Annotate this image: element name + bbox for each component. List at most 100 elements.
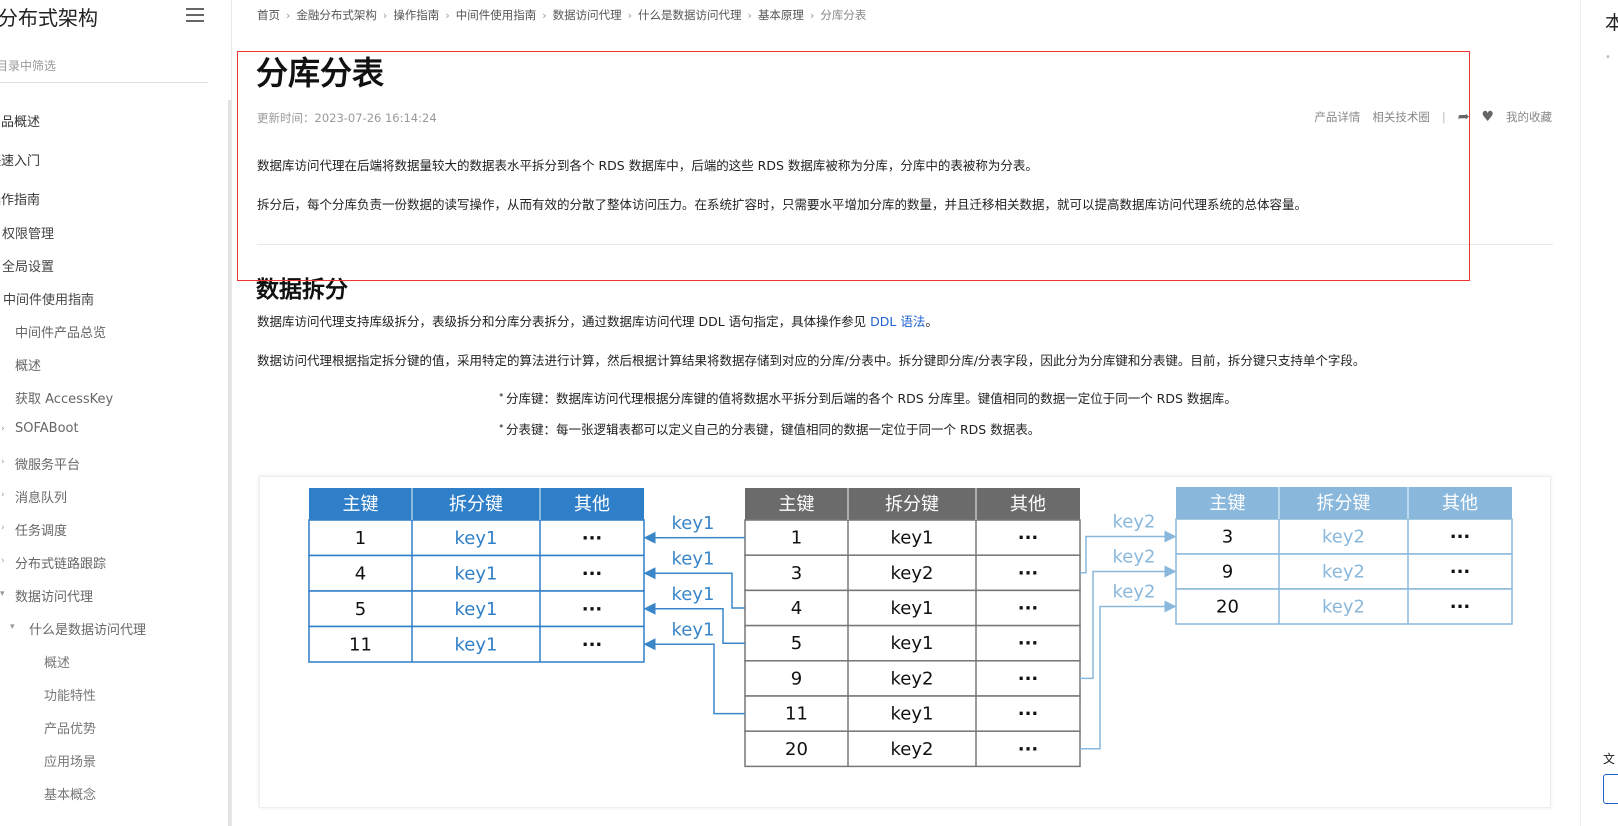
sidebar-item-middleware-guide[interactable]: 中间件使用指南 — [3, 289, 94, 308]
ddl-syntax-link[interactable]: DDL 语法 — [870, 314, 925, 329]
breadcrumb-item[interactable]: 中间件使用指南 — [456, 7, 537, 23]
sidebar-item-sofaboot[interactable]: SOFABoot — [15, 421, 79, 436]
chevron-right-icon: › — [1, 424, 5, 434]
sidebar-item-operation-guide[interactable]: 操作指南 — [0, 189, 40, 208]
sidebar-item-scenarios[interactable]: 应用场景 — [44, 751, 96, 770]
center-table-header-cell: 主键 — [779, 494, 815, 515]
sidebar-item-middleware-overview[interactable]: 中间件产品总览 — [15, 322, 106, 341]
toc-panel: 本 • 文 — [1580, 0, 1618, 826]
chevron-down-icon: ▾ — [10, 622, 15, 632]
sidebar-item-dap-overview[interactable]: 概述 — [44, 652, 70, 671]
split-text-end: 。 — [925, 314, 938, 329]
left-table-key-cell: key1 — [455, 528, 498, 549]
center-table-other-cell: ··· — [1018, 668, 1039, 689]
sidebar-item-quick-start[interactable]: 快速入门 — [0, 150, 40, 169]
center-table-header-cell: 其他 — [1010, 494, 1046, 515]
breadcrumb-item[interactable]: 首页 — [257, 7, 280, 23]
sidebar-item-advantages[interactable]: 产品优势 — [44, 718, 96, 737]
breadcrumb-item[interactable]: 操作指南 — [393, 7, 439, 23]
sidebar-item-tracing[interactable]: 分布式链路跟踪 — [15, 553, 106, 572]
update-time: 更新时间：2023-07-26 16:14:24 — [257, 111, 437, 125]
related-forum-link[interactable]: 相关技术圈 — [1372, 109, 1430, 125]
center-table-other-cell: ··· — [1018, 563, 1039, 584]
sidebar-item-message-queue[interactable]: 消息队列 — [15, 487, 67, 506]
split-paragraph: 数据库访问代理支持库级拆分，表级拆分和分库分表拆分，通过数据库访问代理 DDL … — [257, 311, 938, 330]
left-arrow-label: key1 — [672, 548, 715, 569]
right-arrow-label: key2 — [1113, 582, 1156, 603]
breadcrumb-item[interactable]: 金融分布式架构 — [296, 7, 377, 23]
right-arrow-label: key2 — [1113, 512, 1156, 533]
left-table-other-cell: ··· — [582, 599, 603, 620]
heart-icon[interactable]: ♥ — [1481, 109, 1494, 125]
bullet-db-key: 分库键：数据库访问代理根据分库键的值将数据水平拆分到后端的各个 RDS 分库里。… — [498, 388, 1237, 407]
left-table-other-cell: ··· — [582, 634, 603, 655]
breadcrumb: 首页 › 金融分布式架构 › 操作指南 › 中间件使用指南 › 数据访问代理 › 什么是数… — [257, 7, 867, 23]
right-table-key-cell: key2 — [1322, 562, 1365, 583]
breadcrumb-item[interactable]: 数据访问代理 — [553, 7, 622, 23]
center-table-other-cell: ··· — [1018, 633, 1039, 654]
center-table-key-cell: key1 — [891, 528, 934, 549]
center-table-id-cell: 3 — [791, 563, 802, 584]
left-table-id-cell: 11 — [349, 634, 372, 655]
sidebar-item-overview[interactable]: 概述 — [15, 355, 41, 374]
breadcrumb-item[interactable]: 什么是数据访问代理 — [638, 7, 742, 23]
left-arrow-label: key1 — [672, 513, 715, 534]
right-table-key-cell: key2 — [1322, 597, 1365, 618]
center-table-id-cell: 4 — [791, 598, 802, 619]
product-detail-link[interactable]: 产品详情 — [1314, 109, 1360, 125]
intro-paragraph-1: 数据库访问代理在后端将数据量较大的数据表水平拆分到各个 RDS 数据库中，后端的… — [257, 158, 1038, 173]
sidebar-title: 分布式架构 — [0, 6, 98, 30]
section-title: 数据拆分 — [256, 277, 348, 303]
center-table-id-cell: 1 — [791, 528, 802, 549]
toc-title: 本 — [1605, 8, 1618, 35]
split-text: 数据库访问代理支持库级拆分，表级拆分和分库分表拆分，通过数据库访问代理 DDL … — [257, 314, 871, 329]
sidebar-item-product-overview[interactable]: 产品概述 — [0, 111, 40, 130]
menu-toggle-icon[interactable] — [186, 8, 204, 24]
center-table-other-cell: ··· — [1018, 704, 1039, 725]
breadcrumb-item[interactable]: 基本原理 — [758, 7, 804, 23]
left-table-id-cell: 5 — [355, 599, 366, 620]
center-table-other-cell: ··· — [1018, 739, 1039, 760]
left-arrow-label: key1 — [672, 584, 715, 605]
sharding-diagram: 主键 拆分键 其他 1 key1 ··· 4 key1 ··· 5 key1 ··· 11 key1 ···… — [259, 476, 1551, 808]
right-table-key-cell: key2 — [1322, 527, 1365, 548]
center-table-id-cell: 5 — [791, 633, 802, 654]
algo-paragraph: 数据访问代理根据指定拆分键的值，采用特定的算法进行计算，然后根据计算结果将数据存… — [257, 353, 1366, 368]
sidebar-item-what-is-dap[interactable]: 什么是数据访问代理 — [29, 619, 146, 638]
right-table-other-cell: ··· — [1450, 597, 1471, 618]
sidebar-item-concepts[interactable]: 基本概念 — [44, 784, 96, 803]
sidebar-filter-input[interactable] — [0, 59, 196, 73]
my-favorite-link[interactable]: 我的收藏 — [1506, 109, 1552, 125]
left-arrow — [643, 638, 745, 715]
right-table-id-cell: 20 — [1216, 597, 1239, 618]
right-table-header-cell: 主键 — [1210, 493, 1246, 514]
doc-toolbar: 产品详情 相关技术圈 | ➦ ♥ 我的收藏 — [1302, 109, 1552, 125]
share-icon[interactable]: ➦ — [1458, 109, 1470, 125]
main-content: 首页 › 金融分布式架构 › 操作指南 › 中间件使用指南 › 数据访问代理 › 什么是数… — [232, 0, 1580, 826]
center-table-key-cell: key1 — [891, 633, 934, 654]
center-table-key-cell: key2 — [891, 668, 934, 689]
sidebar-item-global-settings[interactable]: 全局设置 — [2, 256, 54, 275]
page-title: 分库分表 — [256, 54, 385, 92]
toc-bullet-icon: • — [1605, 52, 1611, 63]
sidebar-item-microservice[interactable]: 微服务平台 — [15, 454, 80, 473]
left-arrow-label: key1 — [672, 619, 715, 640]
sidebar-item-task-schedule[interactable]: 任务调度 — [15, 520, 67, 539]
sidebar-item-accesskey[interactable]: 获取 AccessKey — [15, 388, 113, 407]
left-table-header-cell: 其他 — [574, 494, 610, 515]
feedback-button[interactable] — [1603, 774, 1618, 804]
center-table-key-cell: key2 — [891, 563, 934, 584]
right-table-other-cell: ··· — [1450, 562, 1471, 583]
left-table-header-cell: 主键 — [343, 494, 379, 515]
sidebar: 分布式架构 产品概述 快速入门 操作指南 权限管理 全局设置 中间件使用指南 中… — [0, 0, 232, 826]
left-table-other-cell: ··· — [582, 528, 603, 549]
sidebar-item-data-access-proxy[interactable]: 数据访问代理 — [15, 586, 93, 605]
chevron-down-icon: ▾ — [0, 589, 5, 599]
sidebar-item-features[interactable]: 功能特性 — [44, 685, 96, 704]
center-table-id-cell: 20 — [785, 739, 808, 760]
sidebar-filter[interactable] — [0, 57, 208, 83]
sidebar-item-permission[interactable]: 权限管理 — [2, 223, 54, 242]
center-table-key-cell: key1 — [891, 704, 934, 725]
chevron-right-icon: › — [1, 490, 5, 500]
chevron-right-icon: › — [1, 457, 5, 467]
